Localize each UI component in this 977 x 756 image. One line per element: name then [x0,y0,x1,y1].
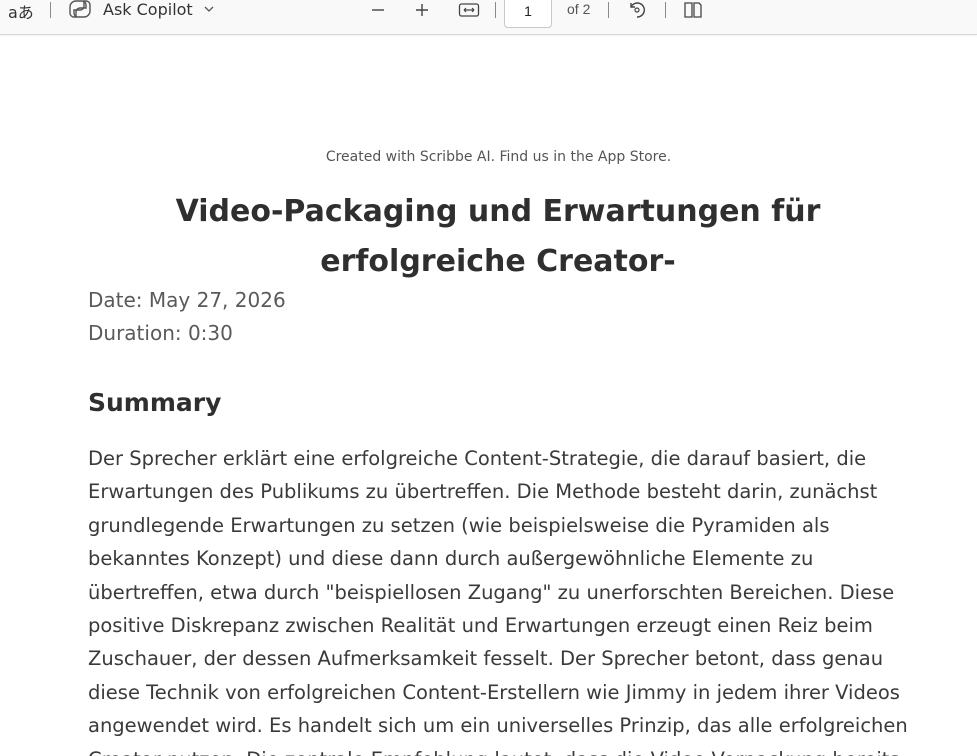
copilot-icon [68,0,92,21]
page-view-icon [683,1,703,19]
summary-paragraph: Der Sprecher erklärt eine erfolgreiche C… [88,447,908,756]
ask-copilot-button[interactable]: Ask Copilot [68,0,215,21]
document-title: Video-Packaging und Erwartungen für erfo… [175,194,821,279]
page-total-label: of 2 [567,1,591,17]
pdf-toolbar: aあ Ask Copilot of 2 [0,0,977,35]
ask-copilot-label: Ask Copilot [103,0,193,19]
pdf-page: Created with Scribbe AI. Find us in the … [0,45,977,756]
fit-width-button[interactable] [457,0,481,20]
translate-icon: aあ [8,3,34,22]
page-view-button[interactable] [682,0,704,20]
rotate-button[interactable] [625,0,649,20]
chevron-down-icon [203,3,215,15]
toolbar-divider [50,2,51,18]
document-date: Date: May 27, 2026 [88,288,286,312]
zoom-in-button[interactable] [412,0,432,20]
toolbar-divider [608,2,609,18]
zoom-out-button[interactable] [368,0,388,20]
toolbar-divider [665,2,666,18]
document-duration: Duration: 0:30 [88,321,233,345]
toolbar-divider [495,2,496,18]
page-number-input[interactable] [504,0,552,28]
rotate-icon [626,0,648,21]
summary-heading: Summary [88,388,222,417]
zoom-in-icon [414,2,430,18]
fit-width-icon [458,2,480,18]
app-credit-text: Created with Scribbe AI. Find us in the … [325,149,672,165]
translate-button[interactable]: aあ [8,0,34,23]
zoom-out-icon [370,2,386,18]
